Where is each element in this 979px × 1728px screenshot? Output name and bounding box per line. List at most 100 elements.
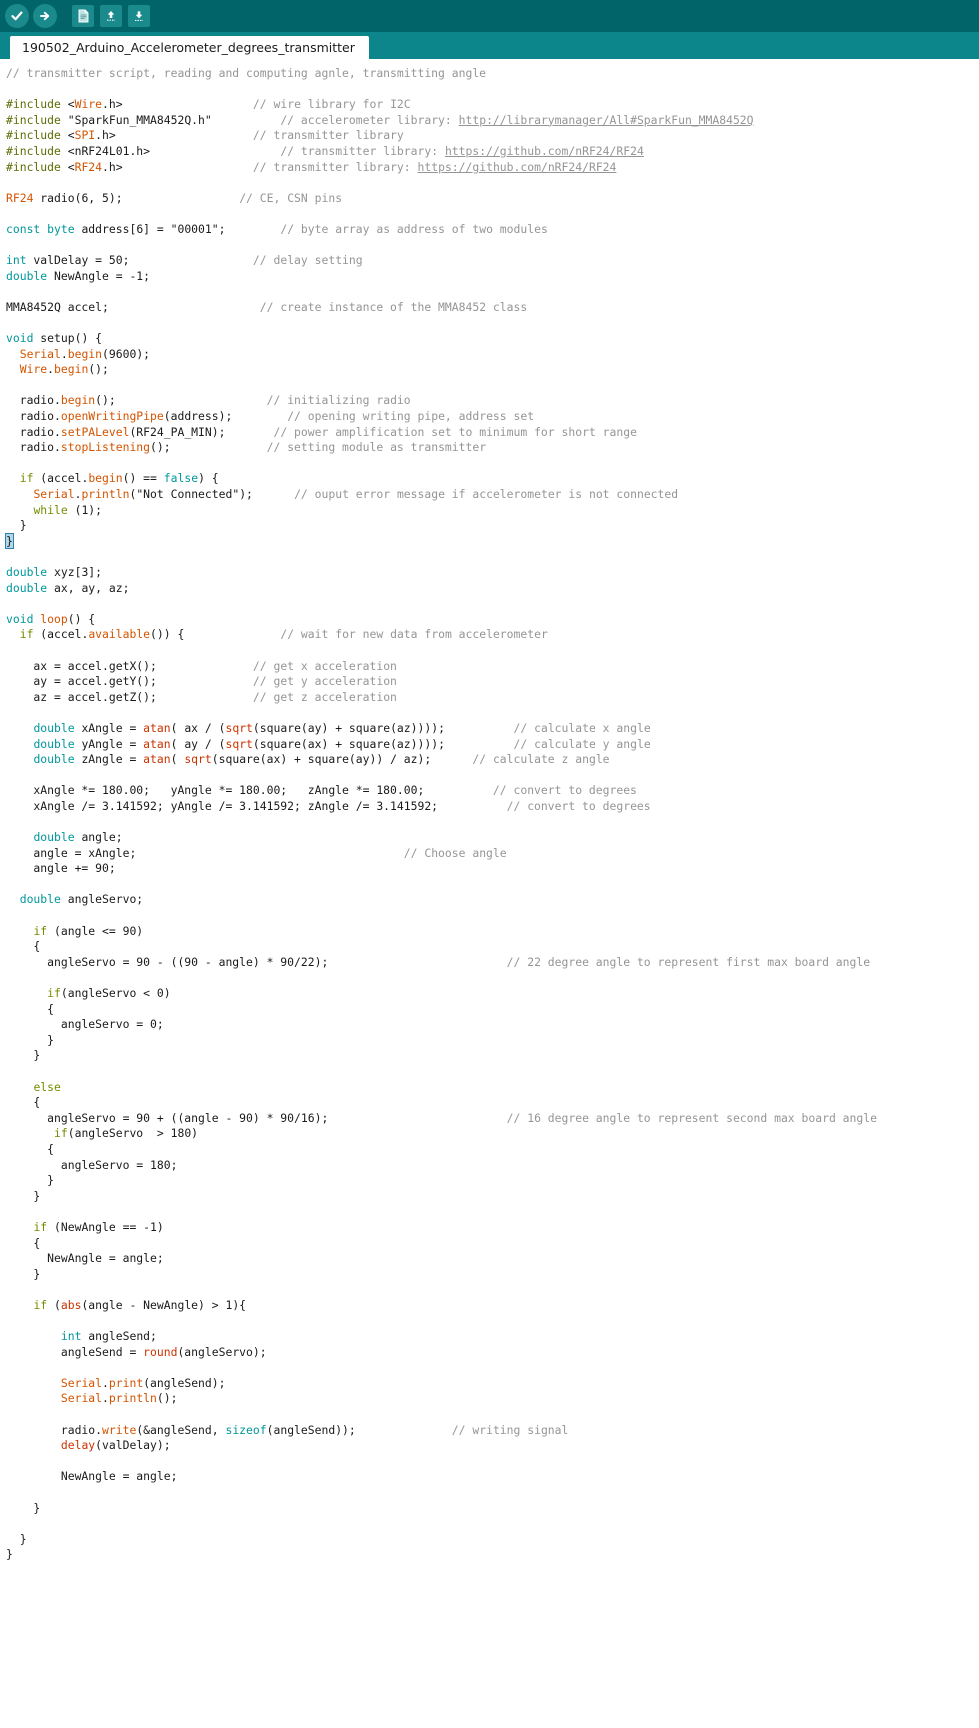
code-token: const	[6, 221, 41, 236]
code-token: (square(ay) + square(az))));	[252, 720, 445, 735]
code-line: angleSend = round(angleServo);	[0, 1345, 979, 1361]
code-line: double ax, ay, az;	[0, 581, 979, 597]
code-token: begin	[67, 346, 103, 361]
code-token: if	[19, 627, 34, 642]
code-line: if (abs(angle - NewAngle) > 1){	[0, 1298, 979, 1314]
code-token: zAngle =	[74, 752, 144, 767]
code-token: begin	[88, 471, 123, 486]
open-button[interactable]	[98, 3, 124, 29]
code-token: <	[67, 159, 75, 174]
code-token: NewAngle = angle;	[6, 1251, 164, 1266]
code-comment: // transmitter library	[252, 128, 404, 143]
code-comment: // convert to degrees	[492, 783, 637, 798]
code-token: angleSend;	[81, 1329, 157, 1344]
code-token: (valDelay);	[95, 1438, 171, 1453]
code-line: }	[0, 518, 979, 534]
code-token: angleServo = 90 - ((90 - angle) * 90/22)…	[6, 954, 329, 969]
new-button[interactable]	[70, 3, 96, 29]
code-token: write	[102, 1422, 137, 1437]
code-token: {	[6, 939, 41, 954]
code-editor[interactable]: // transmitter script, reading and compu…	[0, 59, 979, 1728]
code-link[interactable]: https://github.com/nRF24/RF24	[445, 144, 644, 158]
code-token: (accel.	[33, 471, 89, 486]
code-token: Serial	[19, 346, 61, 361]
code-token: radio(6, 5);	[33, 190, 123, 205]
code-token: ();	[95, 393, 116, 408]
code-token: xAngle =	[74, 720, 144, 735]
save-button[interactable]	[126, 3, 152, 29]
code-comment: // transmitter library:	[280, 143, 445, 158]
code-line: radio.begin(); // initializing radio	[0, 393, 979, 409]
verify-button[interactable]	[4, 3, 30, 29]
code-token: {	[6, 1001, 55, 1016]
code-token: xyz[3];	[47, 565, 103, 579]
code-comment: // power amplification set to minimum fo…	[273, 424, 637, 439]
code-token: <	[67, 128, 75, 143]
code-token: }	[6, 1500, 41, 1515]
code-token: () ==	[122, 471, 164, 486]
code-line: void setup() {	[0, 331, 979, 347]
code-token: if	[33, 923, 48, 938]
code-token: (RF24_PA_MIN);	[129, 424, 226, 439]
code-token: atan	[143, 736, 171, 751]
code-line: }	[0, 1173, 979, 1189]
code-token: Wire	[74, 97, 103, 112]
code-line: radio.stopListening(); // setting module…	[0, 440, 979, 456]
code-token: #include	[6, 159, 68, 174]
code-token: }	[5, 532, 14, 549]
code-link[interactable]: https://github.com/nRF24/RF24	[418, 160, 617, 174]
code-line: double xyz[3];	[0, 565, 979, 581]
code-token: while	[33, 502, 68, 517]
code-token: () {	[67, 611, 96, 626]
code-line: }	[0, 1547, 979, 1563]
code-comment: // 22 degree angle to represent first ma…	[506, 954, 871, 969]
code-token: else	[33, 1079, 61, 1094]
code-token: (angleServo);	[177, 1344, 267, 1359]
code-line: }	[0, 1048, 979, 1064]
code-token: }	[6, 1266, 41, 1281]
upload-button[interactable]	[32, 3, 58, 29]
code-token: }	[6, 1188, 41, 1203]
code-token: println	[108, 1391, 157, 1406]
code-line: angleServo = 180;	[0, 1158, 979, 1174]
code-token: double	[33, 736, 75, 751]
code-token: ) {	[198, 471, 219, 486]
code-line: while (1);	[0, 503, 979, 519]
code-token: ax, ay, az;	[47, 580, 130, 595]
tab-bar: 190502_Arduino_Accelerometer_degrees_tra…	[0, 32, 979, 59]
code-token: setPALevel	[60, 424, 130, 439]
code-line: int angleSend;	[0, 1329, 979, 1345]
code-link[interactable]: http://librarymanager/All#SparkFun_MMA84…	[459, 113, 754, 127]
code-token: begin	[54, 362, 89, 377]
code-token: xAngle *= 180.00; yAngle *= 180.00; zAng…	[6, 783, 425, 798]
code-comment: // byte array as address of two modules	[280, 221, 548, 236]
code-line: radio.write(&angleSend, sizeof(angleSend…	[0, 1423, 979, 1439]
code-token: atan	[143, 752, 171, 767]
code-token: }	[6, 1173, 55, 1188]
code-line: if (NewAngle == -1)	[0, 1220, 979, 1236]
code-token: ()) {	[150, 627, 185, 642]
code-token: sizeof	[225, 1422, 267, 1437]
arrow-up-icon	[100, 5, 122, 27]
sketch-tab[interactable]: 190502_Arduino_Accelerometer_degrees_tra…	[10, 36, 369, 59]
code-line: {	[0, 1095, 979, 1111]
code-line: }	[0, 1189, 979, 1205]
code-token: void	[6, 331, 34, 346]
code-line: angleServo = 90 + ((angle - 90) * 90/16)…	[0, 1111, 979, 1127]
code-token: {	[6, 1095, 41, 1110]
code-line: }	[0, 1501, 979, 1517]
